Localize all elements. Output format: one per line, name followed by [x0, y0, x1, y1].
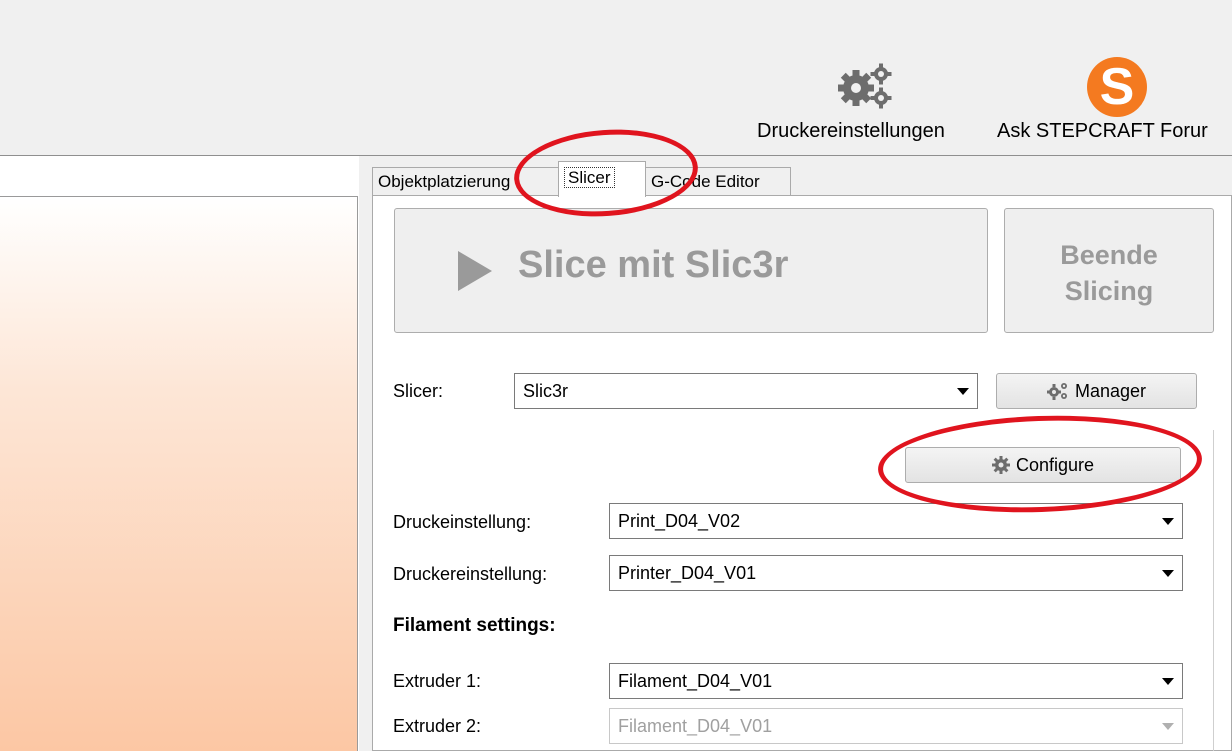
tab-gcode-editor[interactable]: G-Code Editor: [645, 167, 791, 195]
slicer-select-value: Slic3r: [523, 381, 569, 401]
extruder2-value: Filament_D04_V01: [618, 716, 773, 736]
manager-button-label: Manager: [1074, 381, 1147, 401]
extruder1-label: Extruder 1:: [393, 671, 482, 691]
printer-settings-gear-icon[interactable]: [836, 62, 898, 110]
chevron-down-icon: [1162, 518, 1174, 525]
print-setting-value: Print_D04_V02: [618, 511, 741, 531]
printer-settings-button[interactable]: Druckereinstellungen: [757, 120, 945, 143]
configure-button[interactable]: Configure: [905, 447, 1181, 483]
ask-forum-button[interactable]: Ask STEPCRAFT Forur: [997, 120, 1208, 143]
play-icon: [458, 251, 492, 291]
preview-panel[interactable]: [0, 196, 358, 751]
extruder2-label: Extruder 2:: [393, 716, 482, 736]
gears-icon: [1046, 383, 1067, 400]
manager-button[interactable]: Manager: [996, 373, 1197, 409]
tab-object-placement[interactable]: Objektplatzierung: [372, 167, 560, 195]
printer-setting-select[interactable]: Printer_D04_V01: [609, 555, 1183, 591]
printer-setting-label: Druckereinstellung:: [393, 564, 548, 584]
slicer-select[interactable]: Slic3r: [514, 373, 978, 409]
slice-button-label: Slice mit Slic3r: [518, 244, 789, 286]
stepcraft-logo-icon[interactable]: S: [1087, 57, 1147, 117]
print-setting-select[interactable]: Print_D04_V02: [609, 503, 1183, 539]
stop-slicing-label: Beende Slicing: [1060, 240, 1158, 306]
chevron-down-icon: [957, 388, 969, 395]
printer-setting-value: Printer_D04_V01: [618, 563, 757, 583]
slicer-label: Slicer:: [393, 381, 444, 401]
extruder1-value: Filament_D04_V01: [618, 671, 773, 691]
configure-button-label: Configure: [1015, 455, 1095, 475]
print-setting-label: Druckeinstellung:: [393, 512, 532, 532]
extruder2-select: Filament_D04_V01: [609, 708, 1183, 744]
extruder1-select[interactable]: Filament_D04_V01: [609, 663, 1183, 699]
tab-slicer-label: Slicer: [564, 167, 615, 188]
tab-slicer[interactable]: Slicer: [558, 161, 646, 197]
chevron-down-icon: [1162, 570, 1174, 577]
gear-icon: [991, 456, 1010, 474]
filament-settings-heading: Filament settings:: [393, 615, 556, 636]
panel-divider: [1213, 430, 1214, 751]
chevron-down-icon: [1162, 723, 1174, 730]
chevron-down-icon: [1162, 678, 1174, 685]
